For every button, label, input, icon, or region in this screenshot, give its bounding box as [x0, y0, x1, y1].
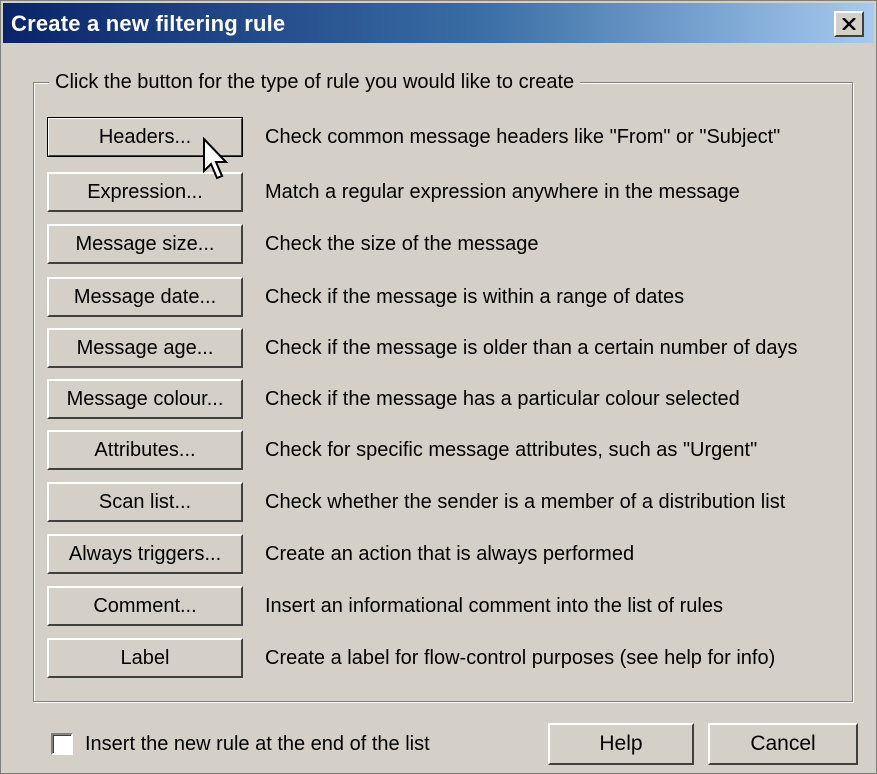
rule-row-scan-list: Scan list... Check whether the sender is…	[47, 482, 847, 522]
always-triggers-description: Create an action that is always performe…	[265, 543, 635, 565]
insert-at-end-checkbox[interactable]	[51, 733, 73, 755]
rule-row-message-age: Message age... Check if the message is o…	[47, 328, 847, 368]
rule-row-comment: Comment... Insert an informational comme…	[47, 586, 847, 626]
message-size-button[interactable]: Message size...	[47, 224, 243, 264]
attributes-description: Check for specific message attributes, s…	[265, 439, 758, 461]
message-date-button[interactable]: Message date...	[47, 277, 243, 317]
cancel-button[interactable]: Cancel	[708, 723, 858, 765]
rule-row-message-size: Message size... Check the size of the me…	[47, 224, 847, 264]
dialog-window: Create a new filtering rule Click the bu…	[0, 0, 877, 774]
rule-row-label: Label Create a label for flow-control pu…	[47, 638, 847, 678]
comment-description: Insert an informational comment into the…	[265, 595, 723, 617]
insert-at-end-option[interactable]: Insert the new rule at the end of the li…	[51, 731, 430, 757]
rule-row-message-date: Message date... Check if the message is …	[47, 277, 847, 317]
message-date-description: Check if the message is within a range o…	[265, 286, 685, 308]
comment-button[interactable]: Comment...	[47, 586, 243, 626]
help-button[interactable]: Help	[548, 723, 694, 765]
attributes-button[interactable]: Attributes...	[47, 430, 243, 470]
label-button[interactable]: Label	[47, 638, 243, 678]
close-button[interactable]	[834, 11, 864, 37]
message-age-button[interactable]: Message age...	[47, 328, 243, 368]
rule-row-attributes: Attributes... Check for specific message…	[47, 430, 847, 470]
always-triggers-button[interactable]: Always triggers...	[47, 534, 243, 574]
expression-description: Match a regular expression anywhere in t…	[265, 181, 740, 203]
rule-row-expression: Expression... Match a regular expression…	[47, 172, 847, 212]
groupbox-label: Click the button for the type of rule yo…	[49, 71, 581, 94]
scan-list-description: Check whether the sender is a member of …	[265, 491, 786, 513]
close-icon	[842, 18, 856, 30]
label-description: Create a label for flow-control purposes…	[265, 647, 776, 669]
message-age-description: Check if the message is older than a cer…	[265, 337, 798, 359]
rule-row-message-colour: Message colour... Check if the message h…	[47, 379, 847, 419]
scan-list-button[interactable]: Scan list...	[47, 482, 243, 522]
message-size-description: Check the size of the message	[265, 233, 539, 255]
message-colour-button[interactable]: Message colour...	[47, 379, 243, 419]
mouse-pointer-icon	[203, 137, 229, 180]
window-title: Create a new filtering rule	[11, 11, 286, 36]
rule-row-headers: Headers... Check common message headers …	[47, 117, 847, 157]
title-bar[interactable]: Create a new filtering rule	[3, 3, 874, 43]
headers-description: Check common message headers like "From"…	[265, 126, 781, 148]
insert-at-end-label[interactable]: Insert the new rule at the end of the li…	[85, 733, 430, 756]
rule-row-always-triggers: Always triggers... Create an action that…	[47, 534, 847, 574]
message-colour-description: Check if the message has a particular co…	[265, 388, 740, 410]
